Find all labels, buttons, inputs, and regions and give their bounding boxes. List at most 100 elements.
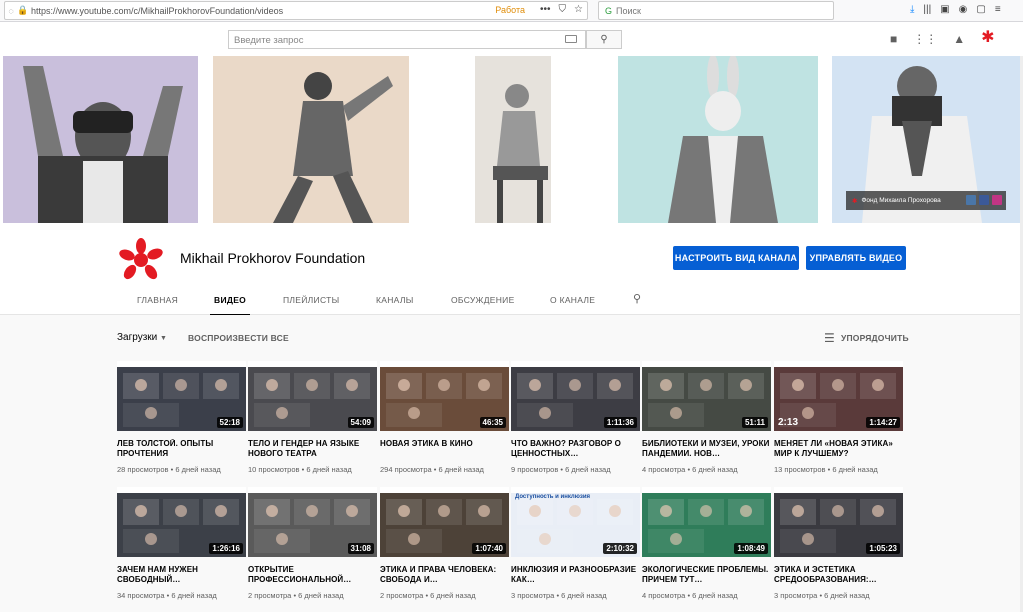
manage-videos-button[interactable]: УПРАВЛЯТЬ ВИДЕО	[806, 246, 906, 270]
tab-discussion[interactable]: ОБСУЖДЕНИЕ	[451, 295, 515, 305]
video-thumbnail[interactable]: 2:13 1:14:27	[774, 361, 903, 431]
browser-toolbar: ◌ 🔒 https://www.youtube.com/c/MikhailPro…	[0, 0, 1023, 22]
video-title[interactable]: ИНКЛЮЗИЯ И РАЗНООБРАЗИЕ КАК…	[511, 565, 640, 585]
tab-channels[interactable]: КАНАЛЫ	[376, 295, 414, 305]
banner-badge: ✱ Фонд Михаила Прохорова	[846, 191, 1006, 210]
video-duration: 1:05:23	[866, 543, 900, 554]
video-card[interactable]: 1:05:23 ЭТИКА И ЭСТЕТИКА СРЕДООБРАЗОВАНИЯ…	[774, 487, 903, 600]
sort-icon: ☰	[824, 331, 835, 345]
facebook-icon[interactable]	[979, 195, 989, 205]
video-thumbnail[interactable]: 46:35	[380, 361, 509, 431]
youtube-header: Введите запрос ⚲ ■ ⋮⋮ ▲ ✱	[0, 22, 1023, 56]
video-card[interactable]: Доступность и инклюзия 2:10:32 ИНКЛЮЗИЯ И …	[511, 487, 640, 600]
video-thumbnail[interactable]: 1:26:16	[117, 487, 246, 557]
video-title[interactable]: МЕНЯЕТ ЛИ «НОВАЯ ЭТИКА» МИР К ЛУЧШЕМУ?	[774, 439, 903, 459]
youtube-search-button[interactable]: ⚲	[586, 30, 622, 49]
video-title[interactable]: НОВАЯ ЭТИКА В КИНО	[380, 439, 509, 459]
vk-icon[interactable]	[966, 195, 976, 205]
video-title[interactable]: ТЕЛО И ГЕНДЕР НА ЯЗЫКЕ НОВОГО ТЕАТРА	[248, 439, 377, 459]
video-duration: 46:35	[479, 417, 506, 428]
video-title[interactable]: ЭКОЛОГИЧЕСКИЕ ПРОБЛЕМЫ. ПРИЧЕМ ТУТ…	[642, 565, 771, 585]
video-title[interactable]: ЗАЧЕМ НАМ НУЖЕН СВОБОДНЫЙ…	[117, 565, 246, 585]
sidebar-icon[interactable]: ▣	[940, 4, 949, 15]
video-title[interactable]: ЭТИКА И ПРАВА ЧЕЛОВЕКА: СВОБОДА И…	[380, 565, 509, 585]
channel-avatar-icon[interactable]: ✱	[981, 30, 994, 46]
video-age: 6 дней назад	[298, 591, 344, 600]
video-duration: 1:07:40	[472, 543, 506, 554]
create-video-icon[interactable]: ■	[890, 32, 897, 46]
video-card[interactable]: 1:08:49 ЭКОЛОГИЧЕСКИЕ ПРОБЛЕМЫ. ПРИЧЕМ ТУ…	[642, 487, 771, 600]
video-thumbnail[interactable]: 1:07:40	[380, 487, 509, 557]
play-all-button[interactable]: ВОСПРОИЗВЕСТИ ВСЕ	[188, 333, 289, 343]
video-meta: 4 просмотра • 6 дней назад	[642, 591, 738, 600]
tab-videos[interactable]: ВИДЕО	[209, 295, 251, 316]
video-meta: 9 просмотров • 6 дней назад	[511, 465, 611, 474]
url-text[interactable]: https://www.youtube.com/c/MikhailProkhor…	[31, 6, 283, 16]
banner-figure-statue	[425, 56, 601, 223]
video-title[interactable]: ЛЕВ ТОЛСТОЙ. ОПЫТЫ ПРОЧТЕНИЯ	[117, 439, 246, 459]
sort-button[interactable]: ☰ УПОРЯДОЧИТЬ	[824, 331, 909, 345]
foundation-logo-icon: ✱	[852, 197, 858, 205]
banner-panel-rabbit	[618, 56, 818, 223]
video-thumbnail[interactable]: 1:05:23	[774, 487, 903, 557]
address-bar[interactable]: ◌ 🔒 https://www.youtube.com/c/MikhailPro…	[4, 1, 588, 20]
video-age: 6 дней назад	[832, 465, 878, 474]
lock-icon[interactable]: 🔒	[17, 5, 29, 16]
video-views: 28 просмотров	[117, 465, 169, 474]
video-views: 34 просмотра	[117, 591, 165, 600]
video-views: 3 просмотра	[774, 591, 818, 600]
video-thumbnail[interactable]: 54:09	[248, 361, 377, 431]
video-card[interactable]: 46:35 НОВАЯ ЭТИКА В КИНО 294 просмотра • 6…	[380, 361, 509, 474]
video-card[interactable]: 51:11 БИБЛИОТЕКИ И МУЗЕИ, УРОКИ ПАНДЕМИИ.…	[642, 361, 771, 474]
apps-grid-icon[interactable]: ⋮⋮	[913, 32, 937, 46]
video-views: 9 просмотров	[511, 465, 559, 474]
channel-search-icon[interactable]: ⚲	[633, 292, 641, 305]
youtube-search-input[interactable]: Введите запрос	[228, 30, 586, 49]
bookmark-star-icon[interactable]: ☆	[574, 4, 583, 15]
container-label[interactable]: Работа	[495, 5, 525, 15]
video-meta: 4 просмотра • 6 дней назад	[642, 465, 738, 474]
notifications-bell-icon[interactable]: ▲	[953, 32, 965, 46]
library-icon[interactable]: |||	[923, 4, 931, 15]
video-card[interactable]: 54:09 ТЕЛО И ГЕНДЕР НА ЯЗЫКЕ НОВОГО ТЕАТР…	[248, 361, 377, 474]
video-card[interactable]: 1:07:40 ЭТИКА И ПРАВА ЧЕЛОВЕКА: СВОБОДА И…	[380, 487, 509, 600]
uploads-dropdown[interactable]: Загрузки ▼	[117, 332, 167, 343]
video-title[interactable]: БИБЛИОТЕКИ И МУЗЕИ, УРОКИ ПАНДЕМИИ. НОВ…	[642, 439, 771, 459]
video-meta: 34 просмотра • 6 дней назад	[117, 591, 217, 600]
video-duration: 51:11	[741, 417, 768, 428]
video-card[interactable]: 1:11:36 ЧТО ВАЖНО? РАЗГОВОР О ЦЕННОСТНЫХ……	[511, 361, 640, 474]
search-icon: ⚲	[600, 34, 608, 45]
tab-about[interactable]: О КАНАЛЕ	[550, 295, 595, 305]
customize-channel-button[interactable]: НАСТРОИТЬ ВИД КАНАЛА	[673, 246, 799, 270]
menu-icon[interactable]: ≡	[995, 4, 1001, 15]
video-card[interactable]: 31:08 ОТКРЫТИЕ ПРОФЕССИОНАЛЬНОЙ… 2 просмот…	[248, 487, 377, 600]
banner-panel-vr	[3, 56, 198, 223]
extension-icon[interactable]: ▢	[976, 4, 985, 15]
video-thumbnail[interactable]: Доступность и инклюзия 2:10:32	[511, 487, 640, 557]
download-icon[interactable]: ⤓	[910, 4, 914, 15]
video-title[interactable]: ЧТО ВАЖНО? РАЗГОВОР О ЦЕННОСТНЫХ…	[511, 439, 640, 459]
shield-icon[interactable]: ◌	[5, 6, 17, 16]
channel-avatar[interactable]	[117, 236, 165, 284]
video-card[interactable]: 1:26:16 ЗАЧЕМ НАМ НУЖЕН СВОБОДНЫЙ… 34 прос…	[117, 487, 246, 600]
video-title[interactable]: ОТКРЫТИЕ ПРОФЕССИОНАЛЬНОЙ…	[248, 565, 377, 585]
video-duration: 2:10:32	[603, 543, 637, 554]
tab-home[interactable]: ГЛАВНАЯ	[137, 295, 178, 305]
video-title[interactable]: ЭТИКА И ЭСТЕТИКА СРЕДООБРАЗОВАНИЯ:…	[774, 565, 903, 585]
instagram-icon[interactable]	[992, 195, 1002, 205]
video-thumbnail[interactable]: 31:08	[248, 487, 377, 557]
video-age: 6 дней назад	[306, 465, 352, 474]
browser-search-box[interactable]: G Поиск	[598, 1, 834, 20]
video-thumbnail[interactable]: 51:11	[642, 361, 771, 431]
more-actions-icon[interactable]: •••	[540, 4, 551, 15]
keyboard-icon[interactable]	[565, 35, 577, 43]
video-meta: 3 просмотра • 6 дней назад	[774, 591, 870, 600]
video-thumbnail[interactable]: 1:08:49	[642, 487, 771, 557]
account-icon[interactable]: ◉	[959, 4, 968, 15]
video-thumbnail[interactable]: 52:18	[117, 361, 246, 431]
video-thumbnail[interactable]: 1:11:36	[511, 361, 640, 431]
video-card[interactable]: 2:13 1:14:27 МЕНЯЕТ ЛИ «НОВАЯ ЭТИКА» МИР К…	[774, 361, 903, 474]
tab-playlists[interactable]: ПЛЕЙЛИСТЫ	[283, 295, 339, 305]
video-card[interactable]: 52:18 ЛЕВ ТОЛСТОЙ. ОПЫТЫ ПРОЧТЕНИЯ 28 прос…	[117, 361, 246, 474]
pocket-icon[interactable]: ⛉	[559, 4, 567, 15]
